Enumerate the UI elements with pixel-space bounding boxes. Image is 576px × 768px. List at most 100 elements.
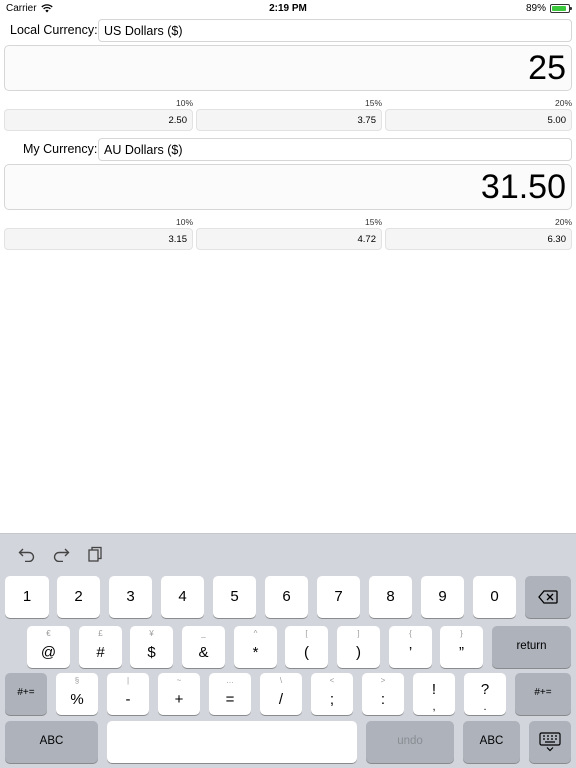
local-tip-20: 20% 5.00 (385, 98, 572, 134)
return-key[interactable]: return (492, 626, 571, 668)
key-alt-label: ! (431, 681, 437, 698)
backspace-icon (538, 590, 558, 609)
tip-percent-label: 10% (175, 217, 193, 227)
my-amount-field[interactable]: 31.50 (4, 164, 572, 210)
key-open-paren[interactable]: [( (285, 626, 328, 668)
key-label: , (432, 701, 436, 713)
key-label: % (70, 691, 84, 708)
key-slash[interactable]: \ / (260, 673, 302, 715)
key-9[interactable]: 9 (421, 576, 464, 618)
key-exclamation[interactable]: !, (413, 673, 455, 715)
key-label: . (483, 701, 487, 713)
key-label: 3 (126, 588, 135, 605)
status-right: 89% (525, 3, 572, 14)
key-alt-label: | (126, 676, 130, 685)
paste-icon[interactable] (87, 546, 105, 562)
key-question[interactable]: ?. (464, 673, 506, 715)
key-close-paren[interactable]: ]) (337, 626, 380, 668)
key-equals[interactable]: … = (209, 673, 251, 715)
key-label: 4 (178, 588, 187, 605)
key-3[interactable]: 3 (109, 576, 152, 618)
local-currency-picker[interactable]: US Dollars ($) (98, 19, 572, 42)
key-label: #+= (534, 687, 552, 698)
key-label: # (96, 644, 105, 661)
key-alt-label: { (409, 629, 412, 638)
local-tip-15: 15% 3.75 (196, 98, 382, 134)
battery-percent: 89% (525, 3, 546, 14)
tip-percent-label: 15% (364, 98, 382, 108)
key-asterisk[interactable]: ^ * (234, 626, 277, 668)
abc-key-right[interactable]: ABC (463, 721, 520, 763)
my-tips-row: 10% 3.15 15% 4.72 20% 6.30 (0, 217, 576, 253)
key-alt-label: ? (480, 681, 490, 698)
abc-key-left[interactable]: ABC (5, 721, 98, 763)
numeric-keyboard: 1 2 3 4 5 6 7 8 9 0 € @ £ # ¥ $ _ & ^ * [( ])… (0, 533, 576, 768)
key-label: + (174, 691, 184, 708)
key-alt-label: ^ (253, 629, 258, 638)
key-colon[interactable]: >: (362, 673, 404, 715)
key-1[interactable]: 1 (5, 576, 49, 618)
key-label: ” (459, 644, 464, 661)
tip-percent-label: 20% (554, 217, 572, 227)
local-amount-field[interactable]: 25 (4, 45, 572, 91)
key-6[interactable]: 6 (265, 576, 308, 618)
key-label: ) (356, 644, 361, 661)
key-dollar[interactable]: ¥ $ (130, 626, 173, 668)
space-bar[interactable] (107, 721, 357, 763)
key-label: ( (304, 644, 309, 661)
key-label: ; (329, 691, 335, 708)
undo-key[interactable]: undo (366, 721, 454, 763)
keyboard-dismiss-icon (539, 732, 561, 757)
my-currency-label: My Currency: (23, 142, 98, 156)
battery-level (552, 6, 567, 11)
keyboard-dismiss-key[interactable] (529, 721, 571, 763)
key-label: #+= (17, 687, 35, 698)
tip-percent-label: 15% (364, 217, 382, 227)
tip-value: 2.50 (4, 109, 193, 131)
key-label: 0 (490, 588, 499, 605)
delete-key[interactable] (525, 576, 571, 618)
key-5[interactable]: 5 (213, 576, 256, 618)
key-7[interactable]: 7 (317, 576, 360, 618)
my-tip-20: 20% 6.30 (385, 217, 572, 253)
key-alt-label: ] (357, 629, 360, 638)
key-plus[interactable]: ~ + (158, 673, 200, 715)
my-tip-10: 10% 3.15 (4, 217, 193, 253)
key-quote[interactable]: }” (440, 626, 483, 668)
key-label: : (380, 691, 386, 708)
redo-icon[interactable] (52, 546, 70, 563)
key-label: 6 (282, 588, 291, 605)
tip-value: 3.15 (4, 228, 193, 250)
key-0[interactable]: 0 (473, 576, 516, 618)
status-bar: Carrier 2:19 PM 89% (0, 0, 576, 18)
key-label: 9 (438, 588, 447, 605)
key-percent[interactable]: §% (56, 673, 98, 715)
key-apostrophe[interactable]: {’ (389, 626, 432, 668)
key-2[interactable]: 2 (57, 576, 100, 618)
symbols-key-left[interactable]: #+= (5, 673, 47, 715)
key-alt-label: £ (98, 629, 103, 638)
my-currency-picker[interactable]: AU Dollars ($) (98, 138, 572, 161)
battery-icon (550, 4, 572, 13)
local-currency-row: Local Currency: US Dollars ($) (0, 19, 576, 43)
key-label: & (198, 644, 209, 661)
symbols-key-right[interactable]: #+= (515, 673, 571, 715)
key-label: 5 (230, 588, 239, 605)
key-label: return (516, 640, 547, 652)
key-ampersand[interactable]: _ & (182, 626, 225, 668)
key-label: undo (397, 735, 423, 747)
key-minus[interactable]: | - (107, 673, 149, 715)
key-label: * (252, 644, 259, 661)
key-label: 8 (386, 588, 395, 605)
undo-icon[interactable] (18, 546, 36, 563)
key-alt-label: [ (305, 629, 308, 638)
key-hash[interactable]: £ # (79, 626, 122, 668)
key-8[interactable]: 8 (369, 576, 412, 618)
keyboard-shortcut-bar (0, 534, 576, 570)
clock: 2:19 PM (269, 3, 307, 14)
key-4[interactable]: 4 (161, 576, 204, 618)
key-label: 7 (334, 588, 343, 605)
key-at[interactable]: € @ (27, 626, 70, 668)
key-semicolon[interactable]: <; (311, 673, 353, 715)
key-label: ABC (39, 735, 64, 747)
